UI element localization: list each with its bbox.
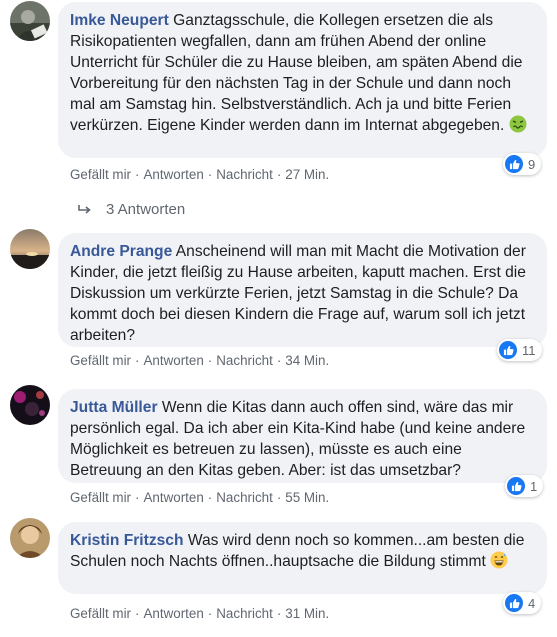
- comment-bubble: Jutta Müller Wenn die Kitas dann auch of…: [58, 389, 547, 483]
- separator-dot: ·: [135, 490, 140, 505]
- reaction-count-label: 4: [528, 595, 536, 611]
- timestamp-link[interactable]: 31 Min.: [285, 606, 329, 621]
- comment-bubble: Andre Prange Anscheinend will man mit Ma…: [58, 233, 547, 347]
- replies-count-label: 3 Antworten: [106, 201, 186, 218]
- reaction-count-label: 1: [530, 478, 538, 494]
- separator-dot: ·: [135, 167, 140, 182]
- separator-dot: ·: [276, 606, 282, 621]
- comment-bubble: Kristin Fritzsch Was wird denn noch so k…: [58, 522, 547, 594]
- timestamp-link[interactable]: 27 Min.: [285, 167, 329, 182]
- comment-text: Ganztagsschule, die Kollegen ersetzen di…: [70, 12, 523, 134]
- comment-author[interactable]: Jutta Müller: [70, 399, 158, 416]
- separator-dot: ·: [207, 353, 213, 368]
- separator-dot: ·: [276, 353, 282, 368]
- comment-actions: Gefällt mir · Antworten · Nachricht · 31 Min.: [70, 606, 329, 621]
- separator-dot: ·: [135, 353, 140, 368]
- reply-link[interactable]: Antworten: [143, 490, 203, 505]
- avatar[interactable]: [10, 518, 50, 558]
- reply-link[interactable]: Antworten: [143, 167, 203, 182]
- like-link[interactable]: Gefällt mir: [70, 353, 131, 368]
- comment-author[interactable]: Imke Neupert: [70, 12, 169, 29]
- avatar[interactable]: [10, 385, 50, 425]
- reaction-count[interactable]: 1: [505, 475, 544, 497]
- comment-actions: Gefällt mir · Antworten · Nachricht · 55 Min.: [70, 490, 329, 505]
- message-link[interactable]: Nachricht: [216, 490, 273, 505]
- like-reaction-icon: [505, 594, 523, 612]
- reply-link[interactable]: Antworten: [143, 606, 203, 621]
- separator-dot: ·: [276, 490, 282, 505]
- like-reaction-icon: [499, 341, 517, 359]
- comment-actions: Gefällt mir · Antworten · Nachricht · 34 Min.: [70, 353, 329, 368]
- separator-dot: ·: [135, 606, 140, 621]
- comment-author[interactable]: Kristin Fritzsch: [70, 532, 184, 549]
- like-reaction-icon: [505, 155, 523, 173]
- separator-dot: ·: [276, 167, 282, 182]
- separator-dot: ·: [207, 167, 213, 182]
- message-link[interactable]: Nachricht: [216, 353, 273, 368]
- comment-bubble: Imke Neupert Ganztagsschule, die Kollege…: [58, 2, 547, 158]
- reaction-count[interactable]: 11: [497, 339, 542, 361]
- reaction-count-label: 9: [528, 156, 536, 172]
- like-link[interactable]: Gefällt mir: [70, 167, 131, 182]
- like-link[interactable]: Gefällt mir: [70, 606, 131, 621]
- reply-arrow-icon: [78, 204, 91, 214]
- reaction-count[interactable]: 4: [503, 592, 542, 614]
- nauseated-face-icon: [509, 115, 527, 139]
- like-link[interactable]: Gefällt mir: [70, 490, 131, 505]
- reply-link[interactable]: Antworten: [143, 353, 203, 368]
- avatar[interactable]: [10, 1, 50, 41]
- separator-dot: ·: [207, 606, 213, 621]
- timestamp-link[interactable]: 55 Min.: [285, 490, 329, 505]
- comment-author[interactable]: Andre Prange: [70, 243, 172, 260]
- timestamp-link[interactable]: 34 Min.: [285, 353, 329, 368]
- comment-actions: Gefällt mir · Antworten · Nachricht · 27 Min.: [70, 167, 329, 182]
- message-link[interactable]: Nachricht: [216, 606, 273, 621]
- reaction-count[interactable]: 9: [503, 153, 542, 175]
- view-replies-link[interactable]: 3 Antworten: [78, 201, 185, 218]
- avatar[interactable]: [10, 229, 50, 269]
- reaction-count-label: 11: [522, 342, 536, 358]
- grinning-sweat-face-icon: [490, 551, 508, 575]
- like-reaction-icon: [507, 477, 525, 495]
- message-link[interactable]: Nachricht: [216, 167, 273, 182]
- separator-dot: ·: [207, 490, 213, 505]
